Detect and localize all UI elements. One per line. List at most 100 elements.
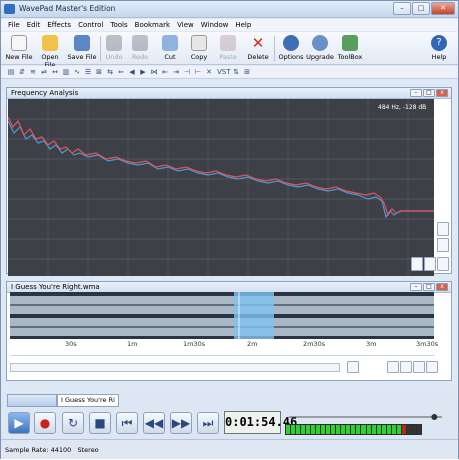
- help-button[interactable]: ? Help: [428, 34, 450, 63]
- waveform-display[interactable]: [10, 292, 434, 339]
- undo-icon: [106, 35, 122, 51]
- panel-close-button[interactable]: x: [436, 89, 448, 97]
- volume-knob[interactable]: [431, 414, 438, 420]
- frequency-zoom-button[interactable]: [437, 222, 449, 236]
- waveform-panel-title: I Guess You're Right.wma: [11, 283, 100, 291]
- effect-icon[interactable]: ▶: [139, 68, 147, 76]
- effect-icon[interactable]: ⊠: [95, 68, 103, 76]
- panel-restore-button[interactable]: □: [423, 283, 435, 291]
- frequency-panel-title: Frequency Analysis: [11, 89, 79, 97]
- paste-icon: [220, 35, 236, 51]
- zoom-fit-button[interactable]: [426, 361, 438, 373]
- upgrade-button[interactable]: Upgrade: [306, 34, 334, 63]
- effect-icon[interactable]: ⇅: [232, 68, 240, 76]
- menu-window[interactable]: Window: [201, 21, 229, 29]
- play-button[interactable]: ▶: [8, 412, 30, 434]
- effect-icon[interactable]: ⇆: [106, 68, 114, 76]
- save-icon: [74, 35, 90, 51]
- redo-button[interactable]: Redo: [129, 34, 151, 63]
- title-bar: WavePad Master's Edition – □ ✕: [1, 1, 458, 18]
- open-file-button[interactable]: Open File: [35, 34, 65, 69]
- frequency-option-button[interactable]: [437, 257, 449, 271]
- ruler-label: 1m: [127, 340, 138, 348]
- vst-icon[interactable]: VST: [217, 68, 231, 76]
- stop-button[interactable]: ■: [89, 412, 111, 434]
- delete-x-icon: ✕: [251, 34, 265, 52]
- frequency-panel-header: Frequency Analysis – □ x: [7, 88, 451, 99]
- options-button[interactable]: Options: [278, 34, 304, 63]
- menu-file[interactable]: File: [8, 21, 20, 29]
- ruler-label: 3m: [366, 340, 377, 348]
- copy-button[interactable]: Copy: [187, 34, 211, 63]
- zoom-in-button[interactable]: [387, 361, 399, 373]
- effect-icon[interactable]: ⊞: [243, 68, 251, 76]
- help-icon: ?: [431, 35, 447, 51]
- panel-close-button[interactable]: x: [436, 283, 448, 291]
- effect-icon[interactable]: ≋: [29, 68, 37, 76]
- effect-icon[interactable]: ⇐: [117, 68, 125, 76]
- menu-help[interactable]: Help: [235, 21, 251, 29]
- menu-bar: File Edit Effects Control Tools Bookmark…: [1, 19, 458, 31]
- effect-icon[interactable]: ⋈: [150, 68, 158, 76]
- scissors-icon: [162, 35, 178, 51]
- effect-icon[interactable]: ⇵: [18, 68, 26, 76]
- skip-end-button[interactable]: ⏭: [197, 412, 219, 434]
- maximize-button[interactable]: □: [412, 2, 430, 15]
- effect-icon[interactable]: ◀: [128, 68, 136, 76]
- zoom-full-button[interactable]: [413, 361, 425, 373]
- new-file-button[interactable]: New File: [5, 34, 33, 63]
- zoom-out-button[interactable]: [347, 361, 359, 373]
- close-button[interactable]: ✕: [431, 2, 455, 15]
- effect-icon[interactable]: ↔: [51, 68, 59, 76]
- effect-icon[interactable]: ☰: [84, 68, 92, 76]
- skip-start-button[interactable]: ⏮: [116, 412, 138, 434]
- loop-button[interactable]: ↻: [62, 412, 84, 434]
- minimize-button[interactable]: –: [393, 2, 411, 15]
- cut-button[interactable]: Cut: [159, 34, 181, 63]
- gear-icon: [283, 35, 299, 51]
- frequency-option-button[interactable]: [424, 257, 436, 271]
- wavepad-logo-icon: [4, 4, 15, 14]
- level-meter: [285, 424, 422, 435]
- menu-effects[interactable]: Effects: [47, 21, 71, 29]
- save-file-button[interactable]: Save File: [67, 34, 97, 63]
- fast-forward-button[interactable]: ▶▶: [170, 412, 192, 434]
- file-tab[interactable]: I Guess You're Ri: [57, 394, 119, 407]
- frequency-spectrum-graph[interactable]: 484 Hz, -128 dB: [7, 99, 434, 276]
- effect-icon[interactable]: ⊣: [183, 68, 191, 76]
- effects-toolbar: ▤ ⇵ ≋ ⇌ ↔ ▥ ∿ ☰ ⊠ ⇆ ⇐ ◀ ▶ ⋈ ⇤ ⇥ ⊣ ⊢ ✕ VS…: [1, 66, 458, 79]
- effect-icon[interactable]: ⇤: [161, 68, 169, 76]
- menu-bookmark[interactable]: Bookmark: [135, 21, 170, 29]
- panel-minimize-button[interactable]: –: [410, 89, 422, 97]
- frequency-option-button[interactable]: [411, 257, 423, 271]
- delete-button[interactable]: ✕ Delete: [245, 34, 271, 63]
- effect-icon[interactable]: ∿: [73, 68, 81, 76]
- volume-slider[interactable]: [285, 412, 446, 422]
- app-window: WavePad Master's Edition – □ ✕ File Edit…: [0, 0, 459, 459]
- frequency-zoom-button[interactable]: [437, 238, 449, 252]
- effect-icon[interactable]: ⊢: [194, 68, 202, 76]
- menu-tools[interactable]: Tools: [110, 21, 127, 29]
- effect-icon[interactable]: ▥: [62, 68, 70, 76]
- record-button[interactable]: ●: [34, 412, 56, 434]
- zoom-selection-button[interactable]: [400, 361, 412, 373]
- paste-button[interactable]: Paste: [216, 34, 240, 63]
- effect-icon[interactable]: ⇥: [172, 68, 180, 76]
- effect-icon[interactable]: ⇌: [40, 68, 48, 76]
- empty-tab[interactable]: [7, 394, 57, 407]
- copy-icon: [191, 35, 207, 51]
- panel-minimize-button[interactable]: –: [410, 283, 422, 291]
- undo-button[interactable]: Undo: [103, 34, 125, 63]
- file-tabs: I Guess You're Ri: [7, 394, 119, 407]
- selection-region[interactable]: [234, 292, 274, 339]
- menu-control[interactable]: Control: [78, 21, 103, 29]
- menu-edit[interactable]: Edit: [27, 21, 41, 29]
- rewind-button[interactable]: ◀◀: [143, 412, 165, 434]
- panel-restore-button[interactable]: □: [423, 89, 435, 97]
- sample-rate-label: Sample Rate: 44100: [5, 446, 72, 454]
- effect-icon[interactable]: ✕: [205, 68, 213, 76]
- effect-icon[interactable]: ▤: [7, 68, 15, 76]
- menu-view[interactable]: View: [177, 21, 194, 29]
- waveform-scrollbar[interactable]: [10, 363, 340, 372]
- toolbox-button[interactable]: ToolBox: [336, 34, 364, 63]
